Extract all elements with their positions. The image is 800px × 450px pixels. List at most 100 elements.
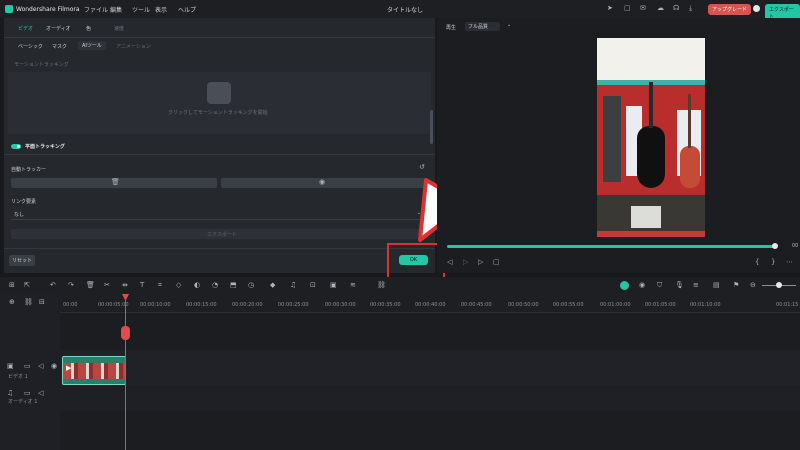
video-track-eye-icon[interactable]: ◉ bbox=[51, 363, 57, 370]
audio-icon[interactable]: ♫ bbox=[290, 282, 296, 289]
audio-track-icon: ♫ bbox=[7, 389, 14, 397]
frame-icon[interactable]: ▣ bbox=[330, 282, 337, 289]
tab-color[interactable]: 色 bbox=[86, 25, 91, 32]
audio-track-folder-icon[interactable]: ▭ bbox=[24, 390, 31, 397]
bookmark-icon[interactable]: ▢ bbox=[624, 5, 631, 12]
reset-button[interactable]: リセット bbox=[9, 255, 36, 266]
delete-icon[interactable]: 🗑 bbox=[86, 282, 95, 289]
planar-tracking-toggle[interactable] bbox=[11, 144, 21, 149]
shield-icon[interactable]: ⛉ bbox=[657, 282, 662, 289]
clip-thumbnail-strip bbox=[63, 363, 125, 379]
cut-icon[interactable]: ✂ bbox=[104, 282, 110, 289]
ok-button[interactable]: OK bbox=[399, 255, 428, 265]
link-element-value: なし bbox=[14, 212, 25, 218]
video-white-box bbox=[631, 206, 661, 228]
zoom-slider-handle[interactable] bbox=[776, 282, 782, 288]
text-icon[interactable]: T bbox=[140, 282, 144, 289]
section-divider bbox=[4, 154, 435, 155]
mask-icon[interactable]: ⬒ bbox=[230, 282, 237, 289]
split-icon[interactable]: ⇹ bbox=[122, 282, 128, 289]
player-label: 再生 bbox=[446, 25, 457, 31]
quality-select[interactable]: フル品質 bbox=[465, 22, 501, 31]
audio-track-row bbox=[60, 387, 800, 411]
subtab-basic[interactable]: ベーシック bbox=[18, 43, 43, 50]
headset-icon[interactable]: ☊ bbox=[673, 5, 679, 12]
ruler-tick: 00:01:05:00 bbox=[645, 302, 676, 308]
send-icon[interactable]: ➤ bbox=[607, 5, 613, 12]
stop-icon[interactable]: ▢ bbox=[493, 259, 500, 266]
view-tracker-button[interactable]: ◉ bbox=[221, 178, 427, 188]
time-readout-fragment: 00 bbox=[792, 243, 799, 249]
cursor-icon[interactable]: ⇱ bbox=[24, 282, 30, 289]
transform-icon[interactable]: ◇ bbox=[176, 282, 181, 289]
subtab-ai-tools[interactable]: AIツール bbox=[78, 41, 106, 50]
delete-tracker-button[interactable]: 🗑 bbox=[11, 178, 217, 188]
prev-frame-icon[interactable]: ◁ bbox=[447, 259, 452, 266]
subtab-mask[interactable]: マスク bbox=[52, 43, 67, 50]
step-back-icon[interactable]: ▷ bbox=[463, 259, 468, 266]
link-tracks-icon[interactable]: ⛓ bbox=[24, 299, 33, 306]
tab-speed[interactable]: 速度 bbox=[114, 25, 124, 32]
message-icon[interactable]: ✉ bbox=[640, 5, 646, 12]
video-track-folder-icon[interactable]: ▭ bbox=[24, 363, 31, 370]
lock-icon[interactable]: ⊟ bbox=[39, 299, 45, 306]
player-progress[interactable] bbox=[447, 245, 775, 248]
layout-icon[interactable]: ⊞ bbox=[9, 282, 15, 289]
upgrade-button[interactable]: アップグレード bbox=[708, 4, 752, 15]
tab-audio[interactable]: オーディオ bbox=[46, 25, 71, 32]
add-track-icon[interactable]: ⊕ bbox=[9, 299, 15, 306]
crop-icon[interactable]: ⌗ bbox=[158, 282, 162, 289]
download-icon[interactable]: ⤓ bbox=[689, 5, 692, 12]
playhead-marker[interactable] bbox=[121, 326, 130, 340]
mark-out-icon[interactable]: } bbox=[771, 259, 775, 266]
speed-icon[interactable]: ◔ bbox=[212, 282, 218, 289]
subtab-animation[interactable]: アニメーション bbox=[116, 43, 151, 50]
tab-video[interactable]: ビデオ bbox=[18, 25, 33, 32]
color-icon[interactable]: ◐ bbox=[194, 282, 200, 289]
play-circle-icon[interactable]: ◉ bbox=[639, 282, 645, 289]
microphone-icon[interactable]: 🎙 bbox=[675, 282, 684, 289]
timer-icon[interactable]: ◷ bbox=[248, 282, 254, 289]
planar-export-label: エクスポート bbox=[207, 232, 237, 238]
menu-edit[interactable]: 編集 bbox=[110, 5, 122, 14]
marker-icon[interactable]: ⚑ bbox=[733, 282, 739, 289]
fit-icon[interactable]: ⊡ bbox=[310, 282, 316, 289]
video-poster bbox=[603, 96, 621, 182]
render-icon[interactable] bbox=[620, 281, 629, 290]
player-progress-handle[interactable] bbox=[772, 243, 778, 249]
keyframe-icon[interactable]: ◆ bbox=[270, 282, 275, 289]
app-logo-icon bbox=[5, 5, 13, 13]
zoom-out-icon[interactable]: ⊖ bbox=[750, 282, 756, 289]
ruler-tick: 00:01:15 bbox=[776, 302, 799, 308]
mark-in-icon[interactable]: { bbox=[755, 259, 759, 266]
more-icon[interactable]: ⋯ bbox=[786, 259, 793, 266]
ruler-tick: 00:00:40:00 bbox=[415, 302, 446, 308]
motion-tracking-icon[interactable] bbox=[207, 82, 231, 104]
ruler-tick: 00:00:15:00 bbox=[186, 302, 217, 308]
voiceover-icon[interactable]: ≡ bbox=[693, 282, 699, 289]
play-icon[interactable]: ▷ bbox=[478, 259, 483, 266]
scrollbar[interactable] bbox=[430, 110, 433, 144]
menu-help[interactable]: ヘルプ bbox=[178, 5, 196, 14]
menu-tools[interactable]: ツール bbox=[132, 5, 150, 14]
planar-export-button[interactable]: エクスポート bbox=[11, 229, 421, 239]
avatar[interactable] bbox=[753, 5, 760, 12]
audio-track-mute-icon[interactable]: ◁ bbox=[38, 390, 43, 397]
track-header-column bbox=[0, 294, 60, 450]
video-clip[interactable]: ▶ bbox=[62, 356, 126, 385]
link-element-select[interactable]: なし ⌄ bbox=[11, 209, 424, 220]
stabilize-icon[interactable]: ≋ bbox=[350, 282, 356, 289]
playhead-line[interactable] bbox=[125, 294, 126, 450]
ruler-tick: 00:01:10:00 bbox=[690, 302, 721, 308]
video-track-audio-icon[interactable]: ◁ bbox=[38, 363, 43, 370]
ruler-tick: 00:00 bbox=[63, 302, 78, 308]
menu-view[interactable]: 表示 bbox=[155, 5, 167, 14]
video-preview bbox=[597, 38, 705, 237]
link-icon[interactable]: ⛓ bbox=[377, 282, 386, 289]
redo-icon[interactable]: ↷ bbox=[68, 282, 74, 289]
image-icon[interactable]: ▤ bbox=[713, 282, 720, 289]
menu-file[interactable]: ファイル bbox=[84, 5, 108, 14]
cloud-icon[interactable]: ☁ bbox=[657, 5, 664, 12]
video-bottom-stripe bbox=[597, 231, 705, 237]
undo-icon[interactable]: ↶ bbox=[50, 282, 56, 289]
